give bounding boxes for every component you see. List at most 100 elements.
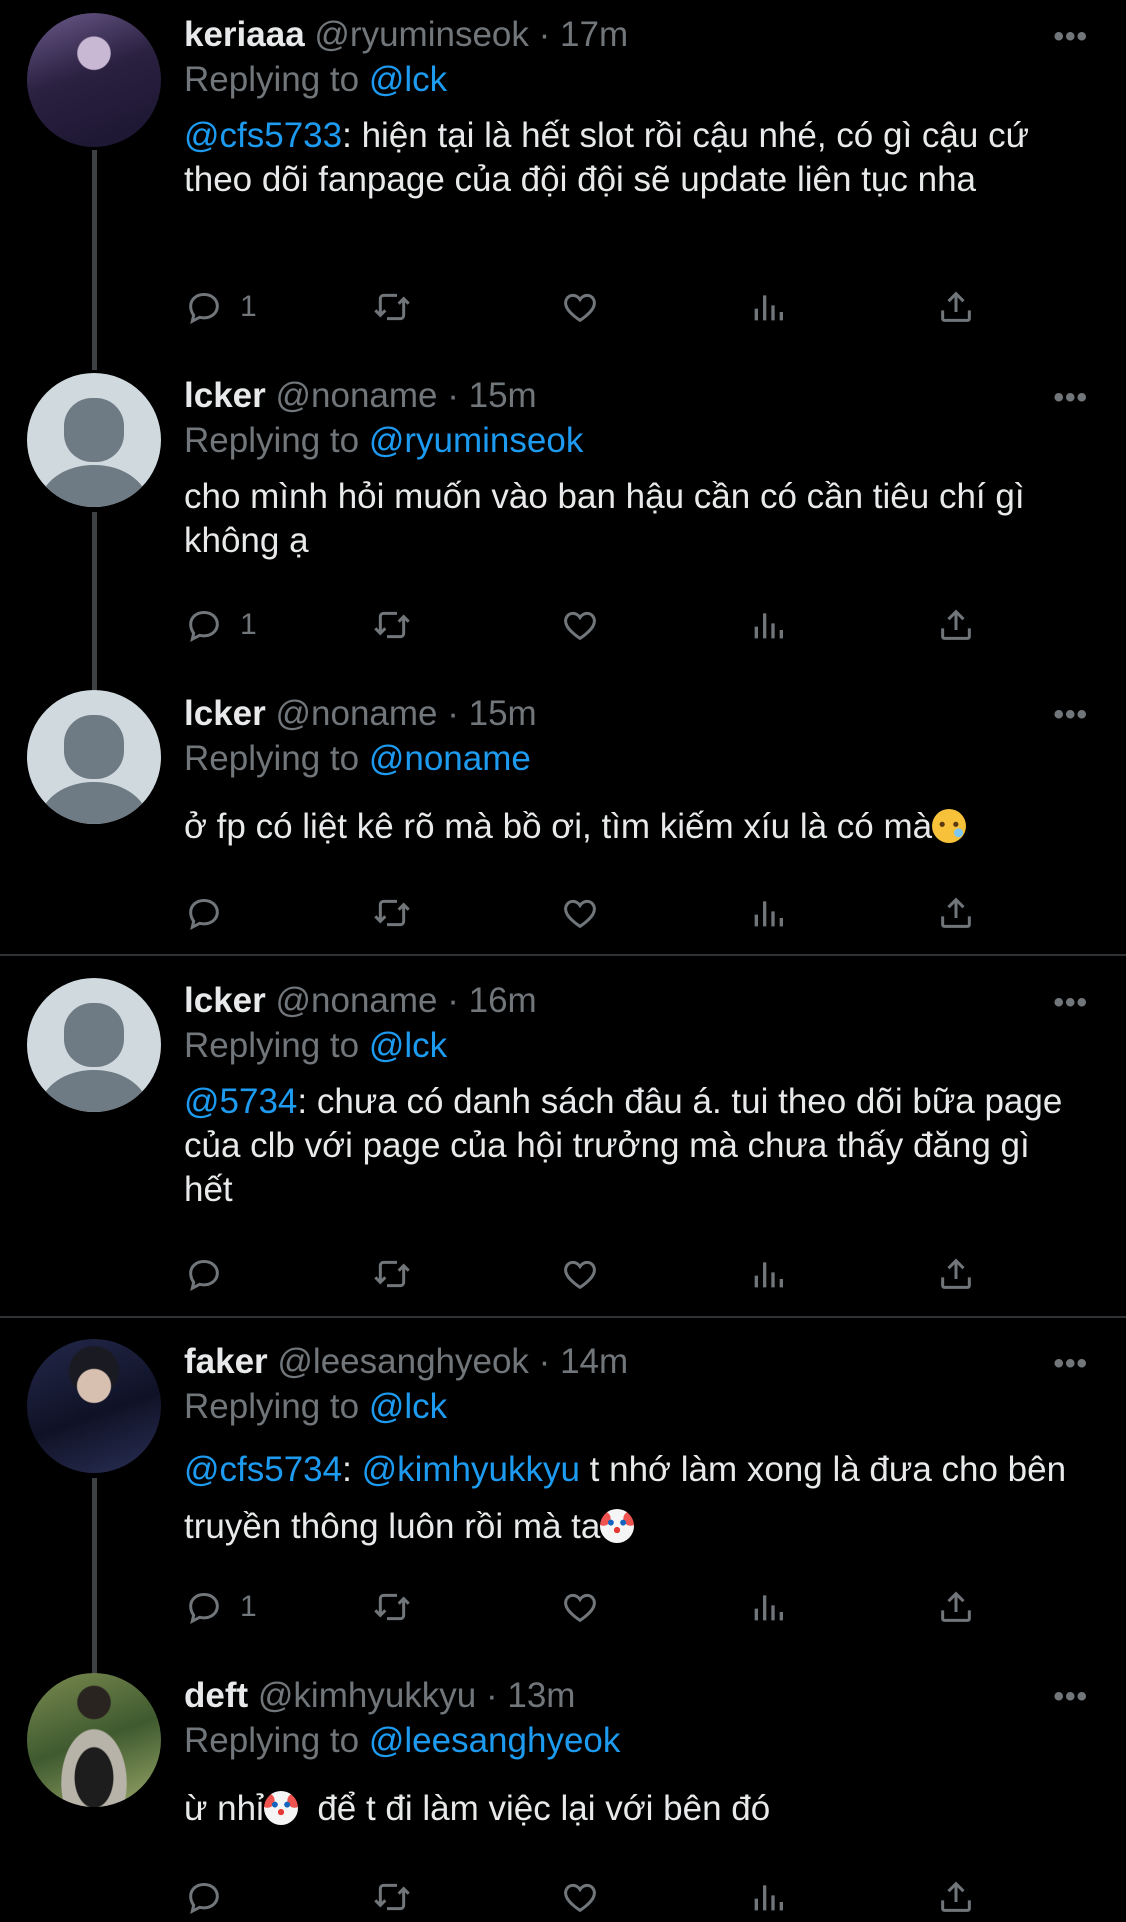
- retweet-button[interactable]: [372, 282, 412, 332]
- avatar-lcker-3[interactable]: [27, 978, 161, 1112]
- more-icon[interactable]: •••: [1053, 1680, 1088, 1714]
- display-name[interactable]: deft: [184, 1676, 248, 1715]
- views-button[interactable]: [748, 888, 788, 938]
- share-button[interactable]: [936, 1872, 976, 1922]
- views-button[interactable]: [748, 1582, 788, 1632]
- share-button[interactable]: [936, 888, 976, 938]
- clown-face-emoji-icon: [263, 1791, 298, 1825]
- more-icon[interactable]: •••: [1053, 698, 1088, 732]
- user-handle[interactable]: @kimhyukkyu: [258, 1676, 476, 1715]
- retweet-icon: [374, 293, 410, 321]
- reply-icon: [189, 610, 219, 642]
- timestamp[interactable]: 13m: [507, 1676, 575, 1715]
- share-button[interactable]: [936, 600, 976, 650]
- like-button[interactable]: [560, 600, 600, 650]
- views-icon: [754, 1595, 783, 1621]
- avatar-keriaaa[interactable]: [27, 13, 161, 147]
- tweet-text-body: : chưa có danh sách đâu á. tui theo dõi …: [184, 1082, 1063, 1209]
- retweet-button[interactable]: [372, 1582, 412, 1632]
- more-icon[interactable]: •••: [1053, 20, 1088, 54]
- share-button[interactable]: [936, 1249, 976, 1299]
- timestamp[interactable]: 15m: [469, 376, 537, 415]
- user-handle[interactable]: @noname: [275, 981, 437, 1020]
- replying-to: Replying to @noname: [184, 737, 1086, 781]
- replying-to-mention[interactable]: @ryuminseok: [369, 421, 583, 460]
- tweet-text-body: ở fp có liệt kê rõ mà bồ ơi, tìm kiếm xí…: [184, 807, 933, 846]
- views-button[interactable]: [748, 1249, 788, 1299]
- user-handle[interactable]: @leesanghyeok: [277, 1342, 529, 1381]
- reply-button[interactable]: [184, 1249, 240, 1299]
- display-name[interactable]: lcker: [184, 981, 266, 1020]
- reply-button[interactable]: [184, 888, 240, 938]
- tweet-divider: [0, 954, 1126, 956]
- user-handle[interactable]: @ryuminseok: [314, 15, 528, 54]
- display-name[interactable]: lcker: [184, 694, 266, 733]
- retweet-button[interactable]: [372, 600, 412, 650]
- share-button[interactable]: [936, 282, 976, 332]
- reply-icon: [189, 1259, 219, 1291]
- replying-to-mention[interactable]: @lck: [369, 60, 447, 99]
- user-handle[interactable]: @noname: [275, 694, 437, 733]
- more-icon[interactable]: •••: [1053, 1347, 1088, 1381]
- reply-button[interactable]: 1: [184, 282, 257, 332]
- timestamp[interactable]: 15m: [469, 694, 537, 733]
- mention-link-2[interactable]: @kimhyukkyu: [362, 1450, 580, 1489]
- replying-to-mention[interactable]: @lck: [369, 1387, 447, 1426]
- timestamp[interactable]: 16m: [469, 981, 537, 1020]
- views-button[interactable]: [748, 282, 788, 332]
- mention-link[interactable]: @cfs5733: [184, 116, 342, 155]
- thread-line: [92, 1478, 97, 1674]
- views-icon: [754, 613, 783, 639]
- timestamp[interactable]: 17m: [560, 15, 628, 54]
- mention-link[interactable]: @5734: [184, 1082, 297, 1121]
- share-icon: [941, 1591, 971, 1622]
- views-button[interactable]: [748, 1872, 788, 1922]
- more-icon[interactable]: •••: [1053, 986, 1088, 1020]
- share-button[interactable]: [936, 1582, 976, 1632]
- tweet-text: cho mình hỏi muốn vào ban hậu cần có cần…: [184, 477, 1025, 560]
- avatar-lcker-2[interactable]: [27, 690, 161, 824]
- thread-line: [92, 150, 97, 370]
- replying-to-mention[interactable]: @leesanghyeok: [369, 1721, 621, 1760]
- reply-button[interactable]: 1: [184, 600, 257, 650]
- avatar-faker[interactable]: [27, 1339, 161, 1473]
- tweet-text-body-2: để t đi làm việc lại với bên đó: [297, 1789, 771, 1828]
- reply-count: 1: [240, 1590, 257, 1623]
- share-icon: [941, 1258, 971, 1289]
- replying-to-mention[interactable]: @noname: [369, 739, 531, 778]
- like-button[interactable]: [560, 888, 600, 938]
- like-button[interactable]: [560, 1872, 600, 1922]
- timestamp[interactable]: 14m: [560, 1342, 628, 1381]
- like-icon: [564, 293, 596, 323]
- reply-button[interactable]: 1: [184, 1582, 257, 1632]
- user-handle[interactable]: @noname: [275, 376, 437, 415]
- separator: ·: [485, 1676, 498, 1715]
- tweet-header: lcker @noname · 15m: [184, 375, 1086, 417]
- reply-icon: [189, 1592, 219, 1624]
- mention-link[interactable]: @cfs5734: [184, 1450, 342, 1489]
- views-icon: [754, 1262, 783, 1288]
- display-name[interactable]: faker: [184, 1342, 268, 1381]
- display-name[interactable]: lcker: [184, 376, 266, 415]
- avatar-lcker-1[interactable]: [27, 373, 161, 507]
- separator: ·: [538, 1342, 551, 1381]
- avatar-deft[interactable]: [27, 1673, 161, 1807]
- like-icon: [564, 1593, 596, 1623]
- retweet-button[interactable]: [372, 1249, 412, 1299]
- replying-label: Replying to: [184, 421, 360, 460]
- tweet-header: faker @leesanghyeok · 14m: [184, 1341, 1086, 1383]
- like-button[interactable]: [560, 1582, 600, 1632]
- replying-label: Replying to: [184, 1387, 360, 1426]
- views-button[interactable]: [748, 600, 788, 650]
- like-button[interactable]: [560, 282, 600, 332]
- like-icon: [564, 611, 596, 641]
- display-name[interactable]: keriaaa: [184, 15, 305, 54]
- more-icon[interactable]: •••: [1053, 381, 1088, 415]
- like-button[interactable]: [560, 1249, 600, 1299]
- replying-to-mention[interactable]: @lck: [369, 1026, 447, 1065]
- share-icon: [941, 897, 971, 928]
- reply-button[interactable]: [184, 1872, 240, 1922]
- retweet-button[interactable]: [372, 888, 412, 938]
- retweet-button[interactable]: [372, 1872, 412, 1922]
- default-avatar-icon: [37, 1003, 151, 1112]
